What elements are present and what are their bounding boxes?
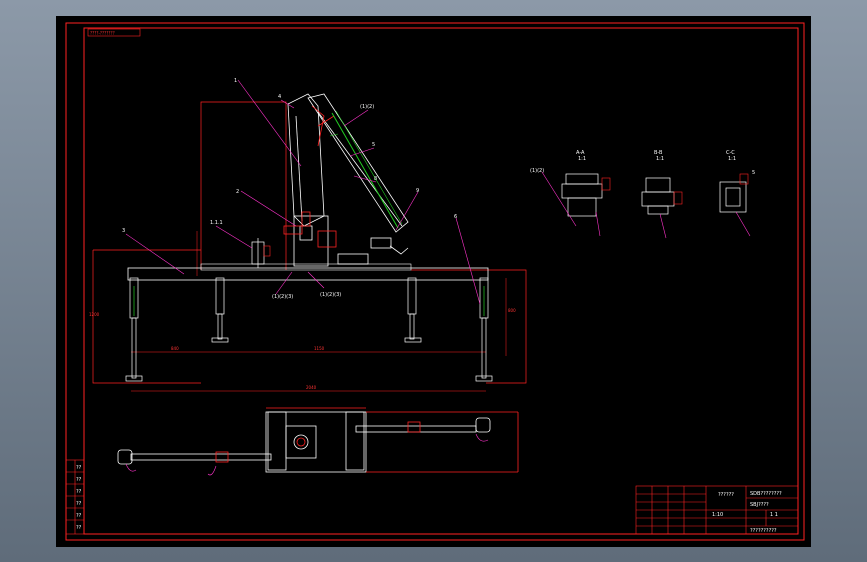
callout: 1.1.1 [210,220,223,226]
callout: 6 [454,214,457,220]
side-label: ?? [76,501,82,507]
drawing-sheet: ????-??????? ?? ?? ?? ?? ?? ?? 1 2 3 4 (… [56,16,811,547]
inner-frame [83,27,799,535]
outer-frame [65,22,805,541]
dim-height-right: 800 [508,308,516,313]
drawing-tag: ????-??????? [90,31,115,36]
section-scale: 1:1 [656,156,664,162]
elevation-view: 1 2 3 4 (1)(2) 5 8 9 6 1.1.1 (1)(2)(3) (… [89,78,527,392]
callout: (1)(2)(3) [272,294,293,300]
section-views: A-A 1:1 (1)(2) B-B 1:1 C-C 1:1 5 [530,150,755,239]
callout: (1)(2)(3) [320,292,341,298]
callout: 5 [752,170,755,176]
side-label: ?? [76,477,82,483]
side-labels: ?? ?? ?? ?? ?? ?? [76,465,82,531]
sheet-number: 1 1 [770,512,778,518]
callout: 8 [374,176,377,182]
side-table [65,459,85,535]
side-label: ?? [76,513,82,519]
callout: 4 [278,94,281,100]
callout: (1)(2) [360,104,374,110]
side-label: ?? [76,489,82,495]
dim-height-left: 1200 [89,312,100,317]
product-name: ?????? [718,492,734,498]
side-label: ?? [76,465,82,471]
dim-left: 840 [171,346,179,351]
section-scale: 1:1 [578,156,586,162]
callout: 5 [372,142,375,148]
callout: 1 [234,78,237,84]
scale: 1:10 [712,512,723,518]
side-label: ?? [76,525,82,531]
callout: 3 [122,228,125,234]
section-scale: 1:1 [728,156,736,162]
company-name: ?????????? [750,528,777,534]
plan-view [117,407,519,476]
callout: 2 [236,189,239,195]
callout: (1)(2) [530,168,544,174]
drawing-number: SDB???????? [750,491,782,497]
callout: 9 [416,188,419,194]
dim-overall: 2040 [306,385,317,390]
cad-drawing: ????-??????? ?? ?? ?? ?? ?? ?? 1 2 3 4 (… [65,22,805,541]
part-name: SBJ???? [750,502,769,508]
dim-mid: 1150 [314,346,325,351]
